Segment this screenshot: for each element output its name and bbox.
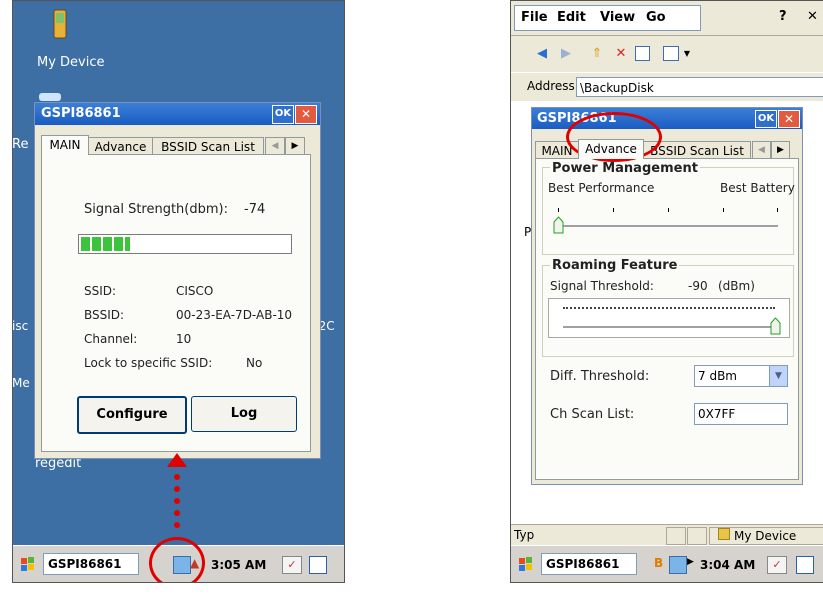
signal-threshold-thumb[interactable] [770,317,781,335]
address-field[interactable]: \BackupDisk [576,77,823,97]
ch-scan-list-label: Ch Scan List: [550,407,635,422]
signal-threshold-label: Signal Threshold: [550,279,654,293]
menu-bar: File Edit View Go ? ✕ [511,1,823,36]
ssid-value: CISCO [176,284,214,298]
desktop-switch-icon[interactable] [309,556,327,574]
taskbar-app-button[interactable]: GSPI86861 [541,553,637,575]
signal-strength-fill [81,237,130,251]
folder-icon [718,528,730,540]
up-folder-icon[interactable]: ⇑ [589,46,605,62]
signal-threshold-slider[interactable] [548,298,790,338]
power-slider[interactable] [553,203,778,237]
tab-scroll-left-icon[interactable]: ◀ [265,137,285,155]
dialog-title: GSPI86861 [41,106,121,121]
log-button[interactable]: Log [191,396,297,432]
power-slider-thumb[interactable] [553,216,564,234]
taskbar-clock: 3:04 AM [700,558,756,572]
start-flag-icon[interactable] [19,555,37,573]
help-icon[interactable]: ? [779,9,787,24]
close-icon[interactable]: ✕ [807,9,818,24]
desktop-label-partial-misc: isc [12,319,29,333]
signal-tray-icon[interactable]: B [654,556,668,572]
annotation-circle-tray [149,537,205,582]
configure-button[interactable]: Configure [77,396,187,434]
view-menu-icon[interactable] [663,46,679,61]
address-label: Address [527,79,575,93]
signal-threshold-value: -90 [688,279,708,293]
taskbar: GSPI86861 B ▶ 3:04 AM ✓ [511,545,823,582]
diff-threshold-select[interactable]: 7 dBm ▼ [694,365,788,387]
tray-expand-icon[interactable]: ▶ [687,557,694,567]
desktop-label-partial-me: Me [12,376,30,390]
menu-file[interactable]: File [521,10,548,25]
tab-scroll-right-icon[interactable]: ▶ [285,137,305,155]
signal-strength-bar [78,234,292,254]
address-bar: Address \BackupDisk [511,73,823,101]
status-device-label: My Device [734,529,797,543]
taskbar-app-button[interactable]: GSPI86861 [43,553,139,575]
tab-scroll-left-icon[interactable]: ◀ [752,141,771,159]
ok-button[interactable]: OK [272,105,294,124]
tab-advance[interactable]: Advance [578,139,644,159]
power-management-heading: Power Management [550,161,700,176]
roaming-feature-heading: Roaming Feature [550,258,680,273]
close-button[interactable]: ✕ [778,110,800,128]
network-tray-icon[interactable] [669,556,687,574]
forward-icon[interactable]: ▶ [558,46,574,62]
start-flag-icon[interactable] [517,555,535,573]
menu-view[interactable]: View [600,10,635,25]
channel-value: 10 [176,332,192,346]
best-battery-label: Best Battery [720,181,795,195]
menu-edit[interactable]: Edit [557,10,586,25]
tab-main[interactable]: MAIN [41,135,89,155]
advance-tab-pane: Power Management Best Performance Best B… [535,158,799,480]
my-device-label[interactable]: My Device [37,55,105,70]
bssid-value: 00-23-EA-7D-AB-10 [176,308,293,322]
ch-scan-list-field[interactable]: 0X7FF [694,403,788,425]
channel-label: Channel: [84,332,138,346]
my-device-icon[interactable] [53,9,67,39]
back-icon[interactable]: ◀ [534,46,550,62]
tab-scroll-right-icon[interactable]: ▶ [771,141,790,159]
desktop-icon-partial [39,93,61,101]
ok-button[interactable]: OK [755,110,777,128]
properties-icon[interactable] [635,46,650,61]
delete-icon[interactable]: ✕ [613,46,629,62]
tab-advance[interactable]: Advance [88,137,153,155]
left-device-screen: My Device Re isc Me . 2C regedit GSPI868… [12,0,345,583]
signal-threshold-unit: (dBm) [718,279,755,293]
toolbar: ◀ ▶ ⇑ ✕ ▼ [511,36,823,72]
ssid-label: SSID: [84,284,117,298]
lock-ssid-value: No [246,356,263,370]
main-tab-pane: Signal Strength(dbm): -74 SSID: CISCO BS… [41,154,311,452]
status-type-label: Typ [514,528,535,542]
best-performance-label: Best Performance [548,181,655,195]
status-bar: Typ My Device [511,524,823,545]
pen-tray-icon[interactable]: ✓ [767,556,787,574]
taskbar-clock: 3:05 AM [211,558,267,572]
menu-go[interactable]: Go [646,10,666,25]
chevron-down-icon[interactable]: ▼ [679,46,695,62]
lock-ssid-label: Lock to specific SSID: [84,356,213,370]
signal-strength-label: Signal Strength(dbm): [84,202,228,217]
desktop-switch-icon[interactable] [796,556,814,574]
tab-bssid-scan-list[interactable]: BSSID Scan List [152,137,264,155]
wifi-dialog: GSPI86861 OK ✕ MAIN Advance BSSID Scan L… [34,102,321,459]
dialog-titlebar: GSPI86861 OK ✕ [35,103,320,125]
right-device-screen: File Edit View Go ? ✕ ◀ ▶ ⇑ ✕ ▼ Address … [510,0,823,583]
bssid-label: BSSID: [84,308,125,322]
desktop-label-partial-re: Re [12,137,29,152]
diff-threshold-label: Diff. Threshold: [550,369,650,384]
diff-threshold-value: 7 dBm [698,369,737,383]
wifi-advance-dialog: GSPI86861 OK ✕ MAIN Advance BSSID Scan L… [531,107,803,485]
signal-strength-value: -74 [244,202,266,217]
close-button[interactable]: ✕ [295,105,317,124]
chevron-down-icon[interactable]: ▼ [769,366,787,386]
pen-tray-icon[interactable]: ✓ [282,556,302,574]
